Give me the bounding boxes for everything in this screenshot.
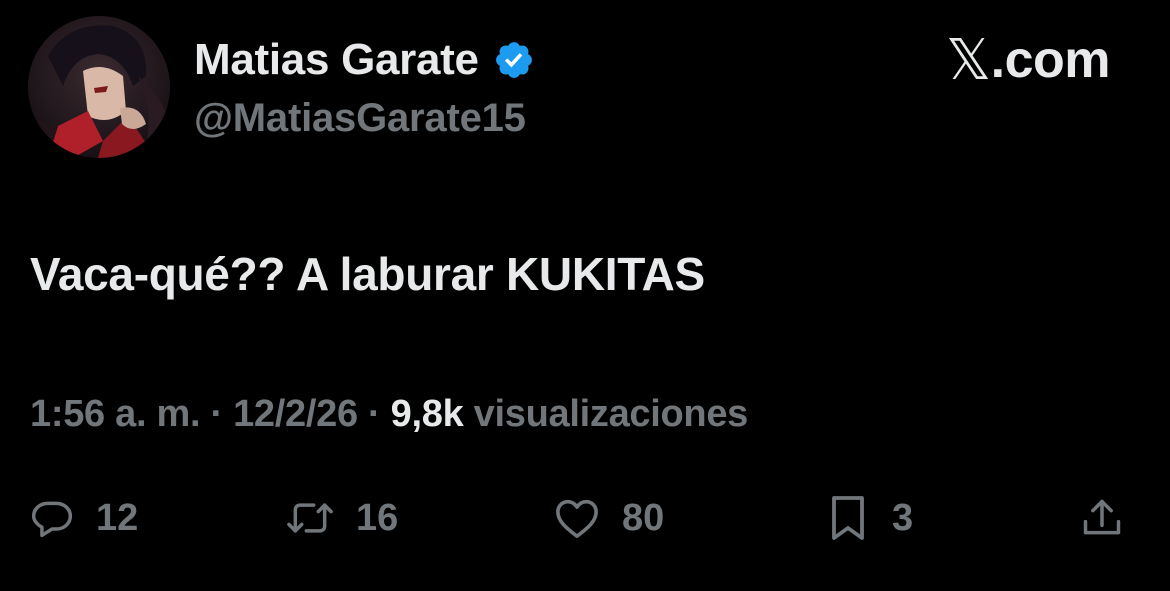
like-count: 80 <box>622 496 665 539</box>
repost-count: 16 <box>356 496 399 539</box>
repost-icon <box>286 496 334 540</box>
action-bar: 12 16 80 3 <box>0 488 1170 548</box>
repost-button[interactable]: 16 <box>286 488 398 548</box>
display-name[interactable]: Matias Garate <box>194 32 479 88</box>
views-count: 9,8k <box>390 393 464 435</box>
reply-button[interactable]: 12 <box>30 488 138 548</box>
share-icon <box>1080 495 1124 541</box>
user-handle[interactable]: @MatiasGarate15 <box>194 92 526 144</box>
brand-domain: .com <box>990 31 1111 89</box>
reply-count: 12 <box>96 496 139 539</box>
meta-separator: · <box>357 393 391 435</box>
views-label: visualizaciones <box>463 393 749 435</box>
x-logo: 𝕏 .com <box>946 28 1111 91</box>
avatar-image <box>28 16 170 158</box>
tweet-text: Vaca-qué?? A laburar KUKITAS <box>30 248 705 300</box>
share-button[interactable] <box>1080 488 1124 548</box>
tweet-card: Matias Garate @MatiasGarate15 𝕏 .com Vaca… <box>0 0 1170 591</box>
heart-icon <box>554 496 600 540</box>
x-brand-icon: 𝕏 <box>946 28 991 91</box>
tweet-time[interactable]: 1:56 a. m. <box>30 393 201 435</box>
reply-icon <box>30 496 74 540</box>
author-name-row: Matias Garate <box>194 32 535 88</box>
verified-badge-icon <box>493 39 535 81</box>
like-button[interactable]: 80 <box>554 488 664 548</box>
bookmark-icon <box>826 494 870 542</box>
bookmark-count: 3 <box>892 496 914 539</box>
meta-separator: · <box>200 393 234 435</box>
tweet-date[interactable]: 12/2/26 <box>233 393 358 435</box>
bookmark-button[interactable]: 3 <box>826 488 913 548</box>
avatar[interactable] <box>28 16 170 158</box>
tweet-meta: 1:56 a. m. · 12/2/26 · 9,8k visualizacio… <box>30 388 748 440</box>
